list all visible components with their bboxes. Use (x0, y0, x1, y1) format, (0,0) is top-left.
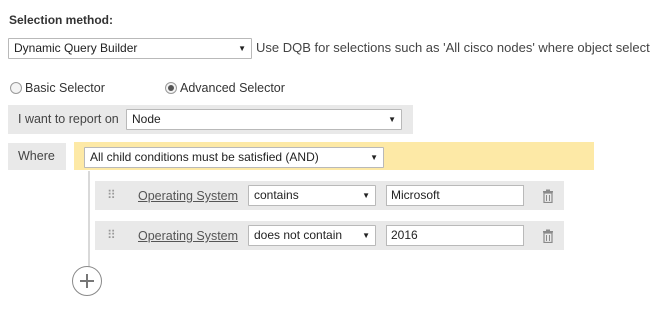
report-on-select[interactable]: Node ▼ (126, 109, 402, 130)
condition-value-input[interactable]: 2016 (386, 225, 524, 246)
report-on-label: I want to report on (18, 112, 119, 126)
condition-operator-value: does not contain (254, 228, 343, 242)
condition-value-input[interactable]: Microsoft (386, 185, 524, 206)
chevron-down-icon: ▼ (238, 44, 246, 53)
drag-handle-icon[interactable]: ⠿ (107, 228, 116, 242)
basic-selector-radio[interactable] (10, 82, 22, 94)
chevron-down-icon: ▼ (370, 153, 378, 162)
advanced-selector-label[interactable]: Advanced Selector (180, 81, 285, 95)
condition-operator-select[interactable]: does not contain ▼ (248, 225, 376, 246)
report-on-value: Node (132, 112, 161, 126)
trash-icon[interactable] (542, 189, 554, 203)
add-condition-button[interactable] (72, 266, 102, 296)
where-label: Where (18, 149, 55, 163)
basic-selector-label[interactable]: Basic Selector (25, 81, 105, 95)
selection-method-select[interactable]: Dynamic Query Builder ▼ (8, 38, 252, 59)
chevron-down-icon: ▼ (362, 231, 370, 240)
tree-connector-line (88, 171, 90, 270)
selection-method-value: Dynamic Query Builder (14, 41, 138, 55)
condition-field-link[interactable]: Operating System (138, 189, 238, 203)
selection-method-hint: Use DQB for selections such as 'All cisc… (256, 40, 650, 55)
condition-field-link[interactable]: Operating System (138, 229, 238, 243)
chevron-down-icon: ▼ (362, 191, 370, 200)
drag-handle-icon[interactable]: ⠿ (107, 188, 116, 202)
plus-icon-horizontal (80, 280, 94, 282)
chevron-down-icon: ▼ (388, 115, 396, 124)
selection-method-heading: Selection method: (9, 13, 114, 27)
condition-group-value: All child conditions must be satisfied (… (90, 150, 319, 164)
trash-icon[interactable] (542, 229, 554, 243)
condition-operator-value: contains (254, 188, 299, 202)
advanced-selector-radio[interactable] (165, 82, 177, 94)
condition-operator-select[interactable]: contains ▼ (248, 185, 376, 206)
condition-group-select[interactable]: All child conditions must be satisfied (… (84, 147, 384, 168)
